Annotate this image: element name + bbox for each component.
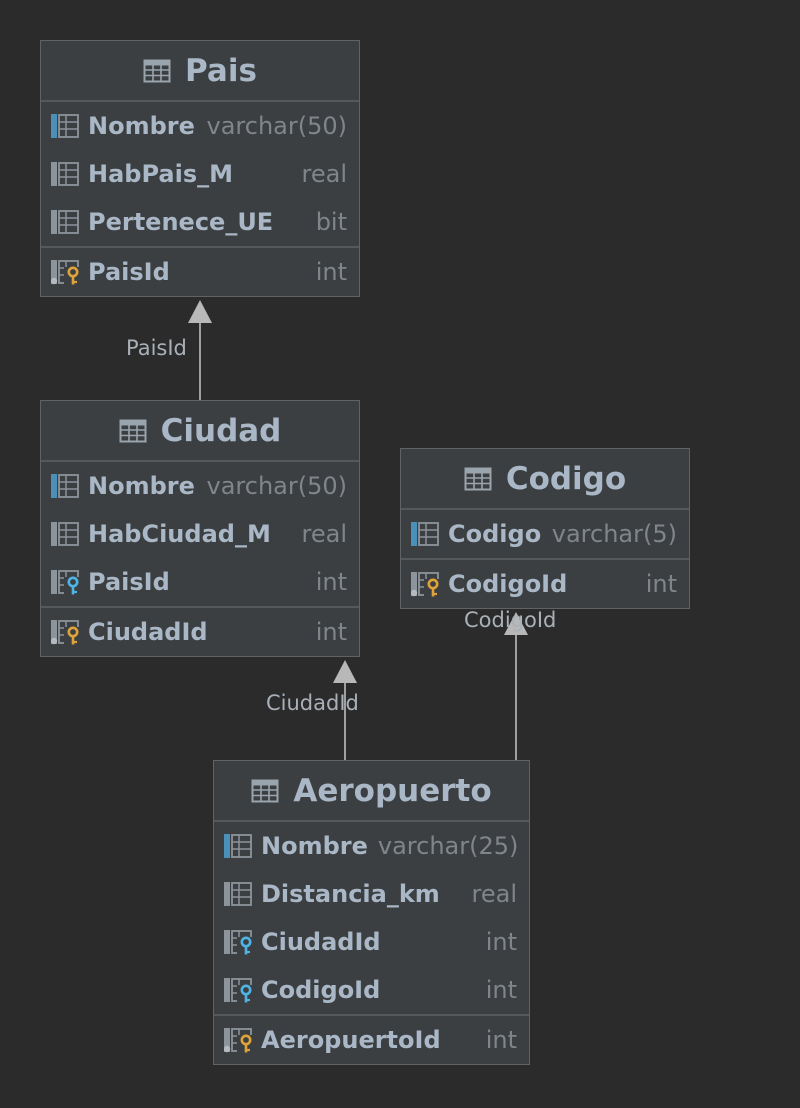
column-icon <box>411 522 439 546</box>
column-icon <box>51 474 79 498</box>
column-type: real <box>301 160 347 188</box>
column-icon <box>51 114 79 138</box>
column-name: CiudadId <box>261 928 381 956</box>
column-name: Nombre <box>261 832 368 860</box>
table-pais[interactable]: Pais Nombre varchar(50) HabPais_M real Perten… <box>40 40 360 297</box>
column-row[interactable]: Codigo varchar(5) <box>401 510 689 558</box>
edge-aeropuerto-ciudad-arrowhead <box>333 660 357 683</box>
column-type: real <box>471 880 517 908</box>
table-aeropuerto[interactable]: Aeropuerto Nombre varchar(25) Distancia_km r… <box>213 760 530 1065</box>
table-ciudad[interactable]: Ciudad Nombre varchar(50) HabCiudad_M real Pa… <box>40 400 360 657</box>
table-icon <box>143 59 171 82</box>
table-codigo[interactable]: Codigo Codigo varchar(5) CodigoId int <box>400 448 690 609</box>
column-icon <box>51 162 79 186</box>
primary-key-icon <box>224 1028 254 1053</box>
table-header: Ciudad <box>41 401 359 462</box>
column-name: CodigoId <box>261 976 381 1004</box>
column-name: HabCiudad_M <box>88 520 271 548</box>
column-row[interactable]: CiudadId int <box>214 918 529 966</box>
column-type: int <box>485 928 517 956</box>
table-header: Aeropuerto <box>214 761 529 822</box>
column-name: HabPais_M <box>88 160 233 188</box>
primary-key-icon <box>51 260 81 285</box>
primary-key-icon <box>51 620 81 645</box>
column-name: CodigoId <box>448 570 568 598</box>
column-row[interactable]: Distancia_km real <box>214 870 529 918</box>
primary-key-row[interactable]: CodigoId int <box>401 558 689 608</box>
column-row[interactable]: HabCiudad_M real <box>41 510 359 558</box>
column-name: CiudadId <box>88 618 208 646</box>
table-icon <box>251 779 279 802</box>
table-header: Pais <box>41 41 359 102</box>
table-icon <box>464 467 492 490</box>
column-type: varchar(50) <box>206 112 348 140</box>
table-header: Codigo <box>401 449 689 510</box>
table-title: Ciudad <box>160 412 282 449</box>
column-type: varchar(5) <box>551 520 677 548</box>
column-type: int <box>315 618 347 646</box>
column-row[interactable]: HabPais_M real <box>41 150 359 198</box>
column-type: varchar(50) <box>206 472 348 500</box>
column-row[interactable]: Pertenece_UE bit <box>41 198 359 246</box>
column-icon <box>224 882 252 906</box>
column-name: Codigo <box>448 520 542 548</box>
column-icon <box>224 834 252 858</box>
column-row[interactable]: Nombre varchar(25) <box>214 822 529 870</box>
column-type: int <box>315 568 347 596</box>
primary-key-row[interactable]: PaisId int <box>41 246 359 296</box>
column-type: real <box>301 520 347 548</box>
foreign-key-icon <box>224 930 254 955</box>
column-name: Pertenece_UE <box>88 208 274 236</box>
foreign-key-icon <box>224 978 254 1003</box>
column-type: int <box>645 570 677 598</box>
column-row[interactable]: Nombre varchar(50) <box>41 462 359 510</box>
column-name: Nombre <box>88 472 195 500</box>
column-row[interactable]: Nombre varchar(50) <box>41 102 359 150</box>
column-row[interactable]: PaisId int <box>41 558 359 606</box>
table-title: Pais <box>185 52 257 89</box>
column-icon <box>51 522 79 546</box>
column-name: Distancia_km <box>261 880 440 908</box>
table-title: Aeropuerto <box>293 772 492 809</box>
column-name: Nombre <box>88 112 195 140</box>
edge-label-ciudadid: CiudadId <box>266 691 359 715</box>
table-title: Codigo <box>505 460 627 497</box>
primary-key-icon <box>411 572 441 597</box>
table-icon <box>119 419 147 442</box>
primary-key-row[interactable]: CiudadId int <box>41 606 359 656</box>
column-name: PaisId <box>88 568 170 596</box>
column-name: PaisId <box>88 258 170 286</box>
column-row[interactable]: CodigoId int <box>214 966 529 1014</box>
edge-label-paisid: PaisId <box>126 336 187 360</box>
column-type: bit <box>315 208 347 236</box>
edge-label-codigoid: CodigoId <box>464 608 557 632</box>
column-type: int <box>315 258 347 286</box>
edge-ciudad-pais-arrowhead <box>188 300 212 323</box>
column-type: varchar(25) <box>377 832 519 860</box>
primary-key-row[interactable]: AeropuertoId int <box>214 1014 529 1064</box>
column-name: AeropuertoId <box>261 1026 441 1054</box>
column-type: int <box>485 1026 517 1054</box>
column-icon <box>51 210 79 234</box>
column-type: int <box>485 976 517 1004</box>
foreign-key-icon <box>51 570 81 595</box>
